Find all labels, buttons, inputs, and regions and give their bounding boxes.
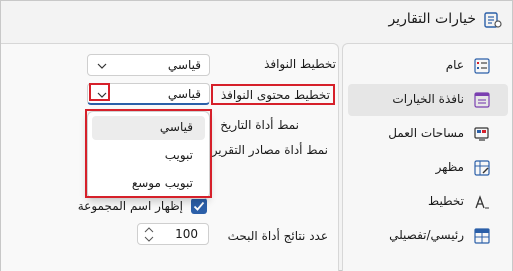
show-group-name-label: إظهار اسم المجموعة [77,199,183,213]
appearance-icon [474,160,490,176]
dropdown-option-tabbed[interactable]: تبويب [92,144,205,168]
sources-tool-style-label: نمط أداة مصادر التقرير [211,143,328,157]
nav-item-label: مساحات العمل [388,126,464,140]
date-tool-style-label: نمط أداة التاريخ [220,118,299,132]
nav-item-layout[interactable]: تخطيط [348,186,508,218]
chevron-down-icon [97,63,107,69]
option-label: تبويب [164,148,193,162]
workspace-icon [474,127,489,141]
window-layout-label: تخطيط النوافذ [264,57,336,71]
nav-item-label: مظهر [435,160,464,174]
nav-item-label: تخطيط [428,194,464,208]
content-layout-label: تخطيط محتوى النوافذ [220,88,330,102]
checklist-icon [474,58,490,74]
options-nav: عام نافذة الخيارات مساحات العمل مظهر تخط… [342,43,512,271]
nav-item-label: عام [445,58,464,72]
master-detail-icon [474,228,490,244]
chevron-up-icon[interactable] [144,226,154,234]
title-bar: خيارات التقارير [1,1,512,37]
nav-item-appearance[interactable]: مظهر [348,152,508,184]
nav-item-general[interactable]: عام [348,50,508,82]
chevron-down-icon [97,92,107,98]
content-layout-combo[interactable]: قياسي [87,83,210,105]
search-results-count-spinner[interactable]: 100 [137,223,209,245]
nav-item-label: نافذة الخيارات [392,92,464,106]
show-group-name-checkbox[interactable] [191,198,207,214]
combo-value: قياسي [167,87,201,101]
report-options-dialog: خيارات التقارير عام نافذة الخيارات مساحا… [0,0,513,271]
nav-item-options-window[interactable]: نافذة الخيارات [348,84,508,116]
font-layout-icon [475,195,489,209]
window-list-icon [474,92,490,108]
nav-item-workspaces[interactable]: مساحات العمل [348,118,508,150]
spinner-value: 100 [175,227,198,241]
nav-item-master-detail[interactable]: رئيسي/تفصيلي [348,220,508,252]
dropdown-option-standard[interactable]: قياسي [92,116,205,140]
content-layout-dropdown: قياسي تبويب تبويب موسع [87,111,210,199]
option-label: تبويب موسع [131,176,193,190]
search-results-count-label: عدد نتائج أداة البحث [227,229,328,243]
report-settings-icon [484,12,502,28]
window-layout-combo[interactable]: قياسي [87,54,210,76]
nav-item-label: رئيسي/تفصيلي [389,228,464,242]
dropdown-option-extended-tabbed[interactable]: تبويب موسع [92,172,205,196]
checkmark-icon [193,201,205,211]
option-label: قياسي [159,120,193,134]
window-title: خيارات التقارير [388,11,476,27]
chevron-down-icon[interactable] [144,235,154,243]
combo-value: قياسي [167,58,201,72]
